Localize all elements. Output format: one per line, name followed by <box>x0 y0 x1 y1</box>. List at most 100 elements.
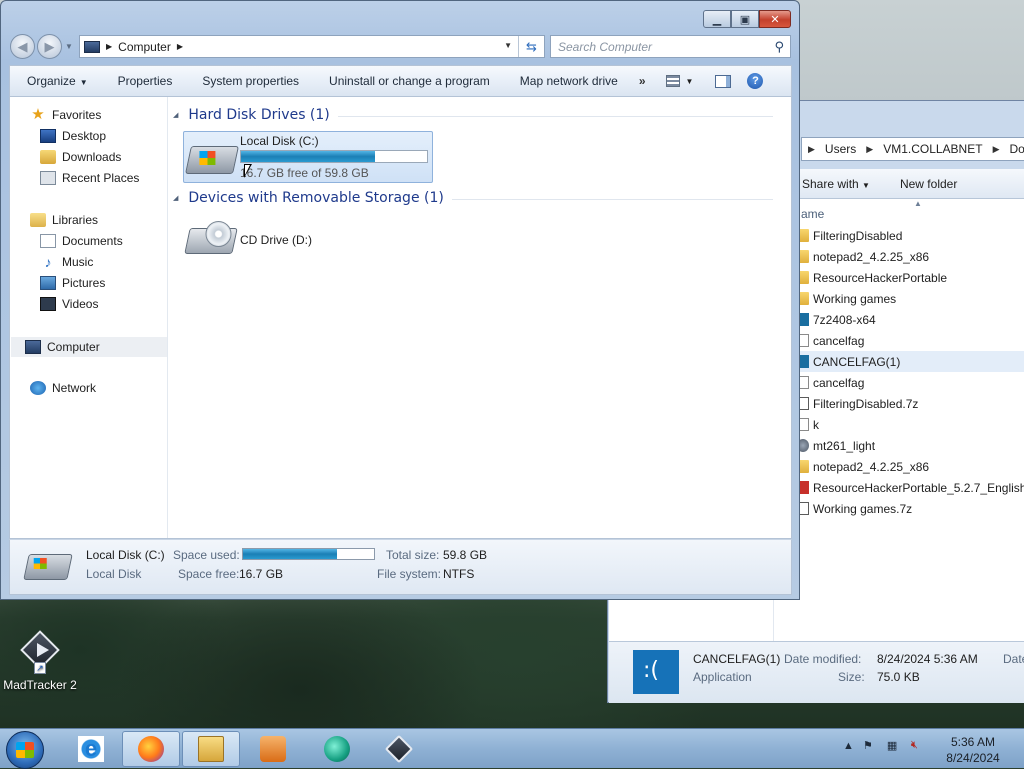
file-row[interactable]: CANCELFAG(1) <box>799 351 1024 372</box>
maximize-button[interactable]: ▣ <box>731 10 759 28</box>
nav-favorites[interactable]: ★ Favorites <box>30 106 101 123</box>
taskbar-explorer[interactable] <box>182 731 240 767</box>
nav-music[interactable]: ♪ Music <box>40 254 94 270</box>
file-row[interactable]: FilteringDisabled <box>799 225 1024 246</box>
change-view-button[interactable]: ▼ <box>656 75 704 87</box>
map-network-drive-button[interactable]: Map network drive <box>505 74 633 88</box>
zip-file-icon <box>799 397 809 410</box>
folder-file-icon <box>799 460 809 473</box>
help-button[interactable]: ? <box>747 73 764 89</box>
taskbar-app[interactable] <box>308 731 366 767</box>
file-name: k <box>813 417 819 432</box>
properties-button[interactable]: Properties <box>103 74 188 88</box>
breadcrumb-downloads[interactable]: Downl <box>1009 142 1024 156</box>
share-with-button[interactable]: Share with ▼ <box>802 177 870 191</box>
computer-window[interactable]: ▁ ▣ ✕ ◀ ▶ ▼ ▶ Computer ▶ ▼ ⇆ Search Comp… <box>0 0 800 600</box>
nav-downloads[interactable]: Downloads <box>40 150 121 164</box>
computer-icon <box>25 340 41 354</box>
file-row[interactable]: notepad2_4.2.25_x86 <box>799 456 1024 477</box>
maximize-icon: ▣ <box>739 13 751 26</box>
address-bar[interactable]: ▶Users ▶VM1.COLLABNET ▶Downl <box>801 137 1024 161</box>
music-icon: ♪ <box>44 254 52 270</box>
nav-libraries[interactable]: Libraries <box>30 213 98 227</box>
file-row[interactable]: mt261_light <box>799 435 1024 456</box>
address-bar[interactable]: ▶ Computer ▶ ▼ ⇆ <box>79 35 545 58</box>
group-hard-disk-drives[interactable]: ◢ Hard Disk Drives (1) <box>173 107 773 123</box>
drive-c-free-space: 16.7 GB free of 59.8 GB <box>240 166 369 180</box>
taskbar-media-player[interactable] <box>244 731 302 767</box>
file-row[interactable]: Working games <box>799 288 1024 309</box>
total-size-label: Total size: <box>386 548 440 562</box>
sort-arrow-icon: ▲ <box>914 199 922 208</box>
nav-desktop[interactable]: Desktop <box>40 129 106 143</box>
details-size-label: Size: <box>838 670 865 684</box>
address-dropdown-icon[interactable]: ▼ <box>504 41 512 50</box>
file-name: Working games <box>813 291 897 306</box>
nav-recent-places[interactable]: Recent Places <box>40 171 139 185</box>
close-button[interactable]: ✕ <box>759 10 791 28</box>
refresh-icon: ⇆ <box>526 38 537 54</box>
system-properties-button[interactable]: System properties <box>187 74 314 88</box>
forward-button[interactable]: ▶ <box>37 34 62 59</box>
back-button[interactable]: ◀ <box>10 34 35 59</box>
minimize-button[interactable]: ▁ <box>703 10 731 28</box>
file-row[interactable]: k <box>799 414 1024 435</box>
volume-muted-icon[interactable]: 🔇︎ <box>911 739 926 753</box>
show-hidden-icons-button[interactable]: ▲ <box>843 740 854 752</box>
refresh-button[interactable]: ⇆ <box>518 36 544 57</box>
collapse-icon: ◢ <box>173 112 179 119</box>
nav-computer[interactable]: Computer <box>11 337 167 357</box>
file-row[interactable]: FilteringDisabled.7z <box>799 393 1024 414</box>
file-row[interactable]: notepad2_4.2.25_x86 <box>799 246 1024 267</box>
file-row[interactable]: Working games.7z <box>799 498 1024 519</box>
new-folder-button[interactable]: New folder <box>900 177 957 191</box>
space-used-label: Space used: <box>173 548 240 562</box>
minimize-icon: ▁ <box>712 13 722 26</box>
close-icon: ✕ <box>770 13 780 26</box>
system-clock[interactable]: 5:36 AM 8/24/2024 <box>930 734 1016 766</box>
taskbar-firefox[interactable] <box>122 731 180 767</box>
column-header-name[interactable]: ame ▲ <box>799 199 1024 225</box>
start-button[interactable] <box>6 731 44 769</box>
nav-documents[interactable]: Documents <box>40 234 123 248</box>
uninstall-program-button[interactable]: Uninstall or change a program <box>314 74 505 88</box>
breadcrumb-computer[interactable]: Computer <box>118 40 171 54</box>
star-icon: ★ <box>31 106 45 123</box>
history-dropdown-icon[interactable]: ▼ <box>65 42 73 51</box>
breadcrumb-user[interactable]: VM1.COLLABNET <box>883 142 982 156</box>
search-icon: ⚲ <box>774 39 784 54</box>
details-filename: CANCELFAG(1) <box>693 652 781 666</box>
nav-pictures[interactable]: Pictures <box>40 276 105 290</box>
folder-file-icon <box>799 250 809 263</box>
more-commands-button[interactable]: » <box>633 74 656 88</box>
file-row[interactable]: cancelfag <box>799 372 1024 393</box>
view-dropdown-icon: ▼ <box>685 76 694 86</box>
space-used-bar <box>242 548 375 560</box>
nav-network[interactable]: Network <box>30 381 96 395</box>
drive-d-tile[interactable]: CD Drive (D:) <box>183 216 433 268</box>
breadcrumb-arrow-icon[interactable]: ▶ <box>106 42 112 51</box>
file-row[interactable]: 7z2408-x64 <box>799 309 1024 330</box>
search-input[interactable]: Search Computer ⚲ <box>550 35 791 58</box>
details-drive-name: Local Disk (C:) <box>86 548 165 562</box>
windows-logo-icon <box>16 742 34 758</box>
file-row[interactable]: cancelfag <box>799 330 1024 351</box>
nav-videos[interactable]: Videos <box>40 297 98 311</box>
file-row[interactable]: ResourceHackerPortable <box>799 267 1024 288</box>
file-row[interactable]: ResourceHackerPortable_5.2.7_English.p <box>799 477 1024 498</box>
taskbar-madtracker[interactable] <box>370 731 428 767</box>
firefox-icon <box>138 736 164 762</box>
desktop-icon <box>40 129 56 143</box>
preview-pane-button[interactable] <box>715 74 732 88</box>
taskbar-ie[interactable]: e <box>62 731 120 767</box>
organize-button[interactable]: Organize ▼ <box>10 74 103 88</box>
breadcrumb-arrow-icon[interactable]: ▶ <box>177 42 183 51</box>
recent-places-icon <box>40 171 56 185</box>
caption-buttons: ▁ ▣ ✕ <box>703 10 791 28</box>
network-tray-icon[interactable]: ▦ <box>887 739 902 753</box>
group-removable-storage[interactable]: ◢ Devices with Removable Storage (1) <box>173 190 773 206</box>
drive-c-tile[interactable]: Local Disk (C:) 16.7 GB free of 59.8 GB <box>183 131 433 183</box>
action-center-flag-icon[interactable]: ⚑ <box>863 739 878 753</box>
desktop-icon-madtracker[interactable]: ↗ MadTracker 2 <box>2 630 78 692</box>
breadcrumb-users[interactable]: Users <box>825 142 856 156</box>
